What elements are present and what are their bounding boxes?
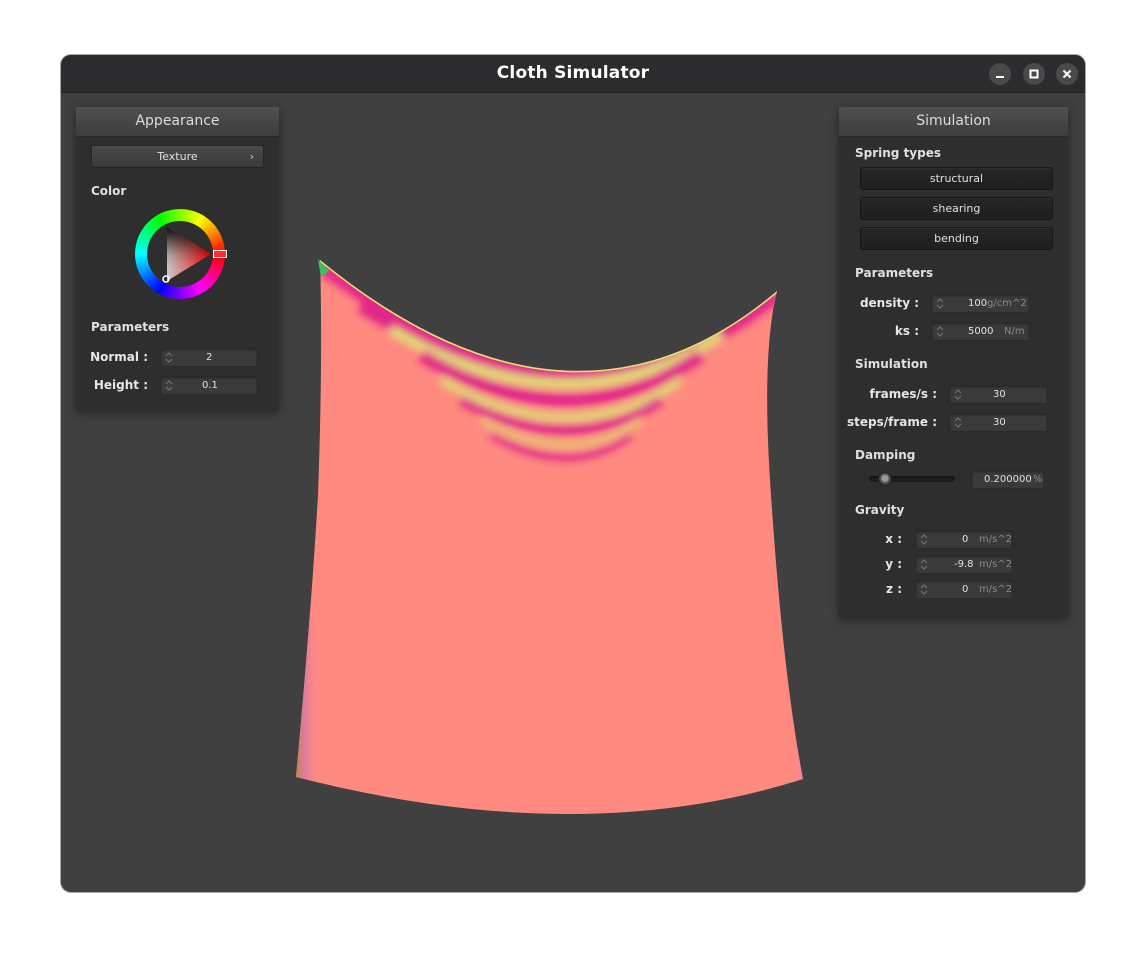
damping-input[interactable]: 0.200000 % xyxy=(971,470,1045,489)
hue-marker[interactable] xyxy=(213,250,227,258)
height-input[interactable]: 0.1 xyxy=(160,376,258,395)
fps-input[interactable]: 30 xyxy=(949,385,1048,404)
spring-types-label: Spring types xyxy=(855,146,942,160)
simulation-section-label: Simulation xyxy=(855,357,928,371)
normal-input[interactable]: 2 xyxy=(160,348,258,367)
gravity-x-input[interactable]: 0 m/s^2 xyxy=(915,530,1013,549)
spinner-icon xyxy=(954,417,962,428)
appearance-parameters-label: Parameters xyxy=(91,320,170,334)
damping-label: Damping xyxy=(855,448,916,462)
texture-button[interactable]: Texture › xyxy=(91,145,264,168)
bending-button[interactable]: bending xyxy=(860,227,1053,250)
spinner-icon xyxy=(920,559,928,570)
spinner-icon xyxy=(954,389,962,400)
color-label: Color xyxy=(91,184,127,198)
gravity-y-input[interactable]: -9.8 m/s^2 xyxy=(915,555,1013,574)
cloth-simulator-window: Cloth Simulator Appearance Texture › Col… xyxy=(61,55,1085,892)
spinner-icon xyxy=(165,352,173,363)
height-label: Height : xyxy=(93,378,148,392)
gravity-y-label: y : xyxy=(885,557,902,571)
damping-slider[interactable] xyxy=(869,472,955,486)
simulation-panel: Simulation Spring types structural shear… xyxy=(839,107,1068,618)
structural-button[interactable]: structural xyxy=(860,167,1053,190)
appearance-header[interactable]: Appearance xyxy=(76,107,279,137)
ks-label: ks : xyxy=(894,324,919,338)
normal-label: Normal : xyxy=(90,350,148,364)
gravity-x-label: x : xyxy=(885,532,902,546)
simulation-header[interactable]: Simulation xyxy=(839,107,1068,137)
density-input[interactable]: 100 g/cm^2 xyxy=(931,294,1030,313)
steps-label: steps/frame : xyxy=(847,415,937,429)
appearance-panel: Appearance Texture › Color Parameters No… xyxy=(76,107,279,411)
texture-label: Texture xyxy=(157,150,198,163)
steps-input[interactable]: 30 xyxy=(949,413,1048,432)
fps-label: frames/s : xyxy=(869,387,937,401)
gravity-z-label: z : xyxy=(886,582,902,596)
gravity-z-input[interactable]: 0 m/s^2 xyxy=(915,580,1013,599)
spinner-icon xyxy=(936,298,944,309)
color-wheel[interactable] xyxy=(135,209,229,303)
simulation-parameters-label: Parameters xyxy=(855,266,934,280)
chevron-right-icon: › xyxy=(249,150,254,163)
gravity-label: Gravity xyxy=(855,503,905,517)
spinner-icon xyxy=(165,380,173,391)
spinner-icon xyxy=(920,584,928,595)
damping-slider-knob[interactable] xyxy=(878,472,892,486)
density-label: density : xyxy=(859,296,919,310)
spinner-icon xyxy=(920,534,928,545)
cloth-mesh xyxy=(296,260,803,815)
shearing-button[interactable]: shearing xyxy=(860,197,1053,220)
ks-input[interactable]: 5000 N/m xyxy=(931,322,1030,341)
spinner-icon xyxy=(936,326,944,337)
